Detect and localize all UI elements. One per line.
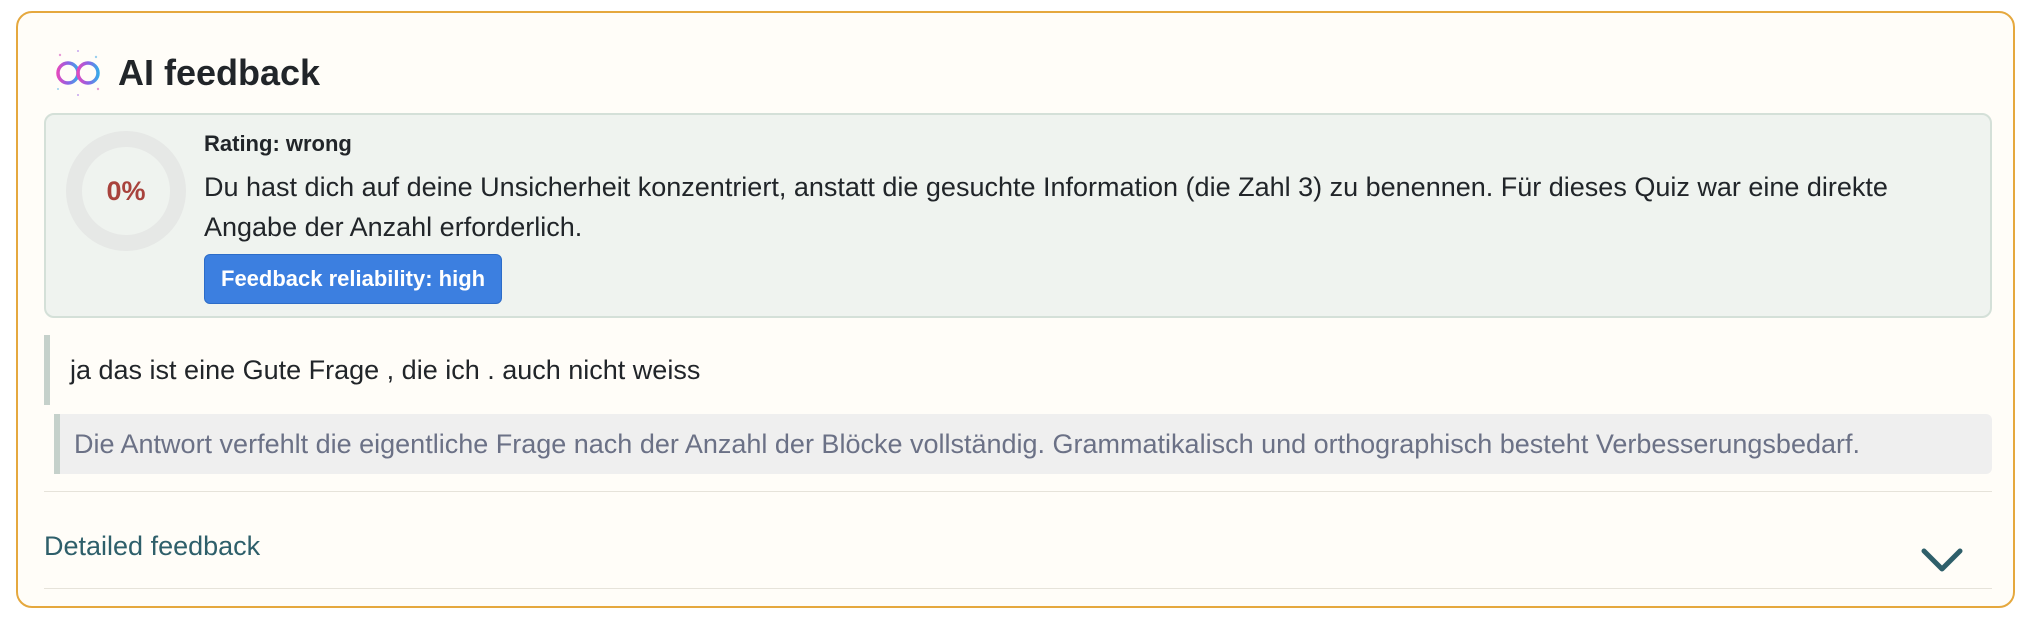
feedback-summary: Die Antwort verfehlt die eigentliche Fra… [54,414,1992,474]
detailed-feedback-label: Detailed feedback [44,531,261,561]
score-percent: 0% [106,175,146,206]
ai-feedback-card: AI feedback 0% Rating: wrong Du hast dic… [16,11,2015,608]
detailed-feedback-toggle[interactable]: Detailed feedback [44,493,1992,599]
chevron-down-icon[interactable] [1918,543,1966,579]
card-header: AI feedback [48,43,320,103]
reliability-badge: Feedback reliability: high [204,254,503,304]
divider-bottom [44,588,1992,589]
rating-explanation: Du hast dich auf deine Unsicherheit konz… [204,172,1888,242]
infinity-logo-icon [56,50,100,96]
card-title: AI feedback [118,52,321,93]
rating-label: Rating: wrong [204,131,352,156]
divider-top [44,491,1992,492]
rating-panel: 0% Rating: wrong Du hast dich auf deine … [44,113,1992,318]
student-answer-quote: ja das ist eine Gute Frage , die ich . a… [44,335,1992,405]
